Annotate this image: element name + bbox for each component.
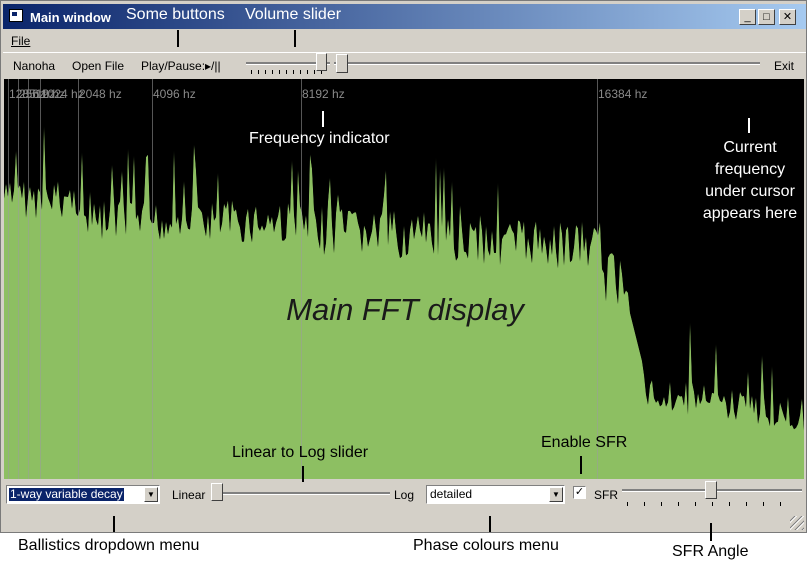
annotation-frequency-indicator: Frequency indicator	[249, 130, 390, 147]
chevron-down-icon[interactable]: ▼	[549, 487, 563, 502]
open-file-button[interactable]: Open File	[72, 59, 124, 73]
annotation-line: appears here	[702, 205, 798, 222]
freq-line	[597, 79, 598, 479]
annotation-line: frequency	[714, 161, 786, 178]
annotation-line: under cursor	[705, 183, 795, 200]
freq-line	[152, 79, 153, 479]
freq-line	[8, 79, 9, 479]
ballistics-dropdown[interactable]: 1-way variable decay ▼	[6, 485, 160, 504]
pointer-some-buttons	[177, 30, 179, 47]
annotation-sfr-angle: SFR Angle	[672, 543, 749, 560]
annotation-enable-sfr: Enable SFR	[541, 434, 628, 451]
minimize-button[interactable]: _	[739, 9, 756, 25]
freq-line	[18, 79, 19, 479]
seek-slider-track[interactable]	[334, 62, 760, 65]
nanoha-button[interactable]: Nanoha	[13, 59, 55, 73]
title-bar[interactable]: Main window _ □ ✕	[3, 4, 806, 29]
linear-log-slider-thumb[interactable]	[211, 483, 223, 501]
pointer-current-frequency	[748, 118, 750, 133]
menu-bar: File	[3, 31, 806, 50]
linear-log-slider-track[interactable]	[212, 492, 390, 495]
annotation-current-frequency: Current frequency under cursor appears h…	[690, 137, 809, 225]
toolbar: Nanoha Open File Play/Pause:▸/|| Exit	[3, 52, 806, 78]
freq-label-2048: 2048 hz	[79, 87, 122, 101]
sfr-angle-ticks	[627, 502, 797, 506]
annotation-line: Current	[723, 139, 777, 156]
exit-button[interactable]: Exit	[774, 59, 794, 73]
fft-display[interactable]: 128 hz 256 hz 512 hz 1024 hz 2048 hz 409…	[4, 79, 804, 479]
ballistics-value: 1-way variable decay	[9, 487, 124, 501]
annotation-ballistics: Ballistics dropdown menu	[18, 537, 200, 554]
pointer-volume-slider	[294, 30, 296, 47]
play-pause-button[interactable]: Play/Pause:▸/||	[141, 59, 221, 73]
volume-slider-thumb[interactable]	[316, 53, 327, 71]
annotation-main-fft: Main FFT display	[286, 292, 524, 327]
menu-file[interactable]: File	[11, 34, 30, 48]
freq-line	[28, 79, 29, 479]
freq-line	[40, 79, 41, 479]
linear-label: Linear	[172, 488, 206, 502]
annotation-phase: Phase colours menu	[413, 537, 559, 554]
app-icon	[9, 9, 23, 22]
log-label: Log	[394, 488, 415, 502]
chevron-down-icon[interactable]: ▼	[144, 487, 158, 502]
freq-label-8192: 8192 hz	[302, 87, 345, 101]
volume-slider-ticks	[251, 70, 325, 74]
pointer-phase	[489, 516, 491, 532]
phase-colours-dropdown[interactable]: detailed ▼	[426, 485, 565, 504]
pointer-frequency-indicator	[322, 111, 324, 127]
freq-line	[78, 79, 79, 479]
sfr-checkbox[interactable]: ✓	[573, 486, 586, 499]
fft-spectrum	[4, 79, 804, 479]
pointer-linear-to-log	[302, 466, 304, 482]
close-button[interactable]: ✕	[779, 9, 796, 25]
seek-slider-thumb[interactable]	[336, 54, 348, 73]
annotation-linear-to-log: Linear to Log slider	[232, 444, 369, 461]
annotation-some-buttons: Some buttons	[126, 6, 225, 23]
sfr-angle-slider-thumb[interactable]	[705, 481, 717, 499]
resize-grip[interactable]	[790, 516, 804, 530]
pointer-sfr-angle	[710, 523, 712, 541]
freq-label-4096: 4096 hz	[153, 87, 196, 101]
pointer-enable-sfr	[580, 456, 582, 474]
annotation-volume-slider: Volume slider	[245, 6, 342, 23]
freq-label-1024: 1024 hz	[41, 87, 84, 101]
pointer-ballistics	[113, 516, 115, 532]
freq-label-16384: 16384 hz	[598, 87, 648, 101]
phase-value: detailed	[430, 487, 473, 501]
maximize-button[interactable]: □	[758, 9, 775, 25]
sfr-label: SFR	[594, 488, 618, 502]
window-title: Main window	[30, 10, 111, 25]
